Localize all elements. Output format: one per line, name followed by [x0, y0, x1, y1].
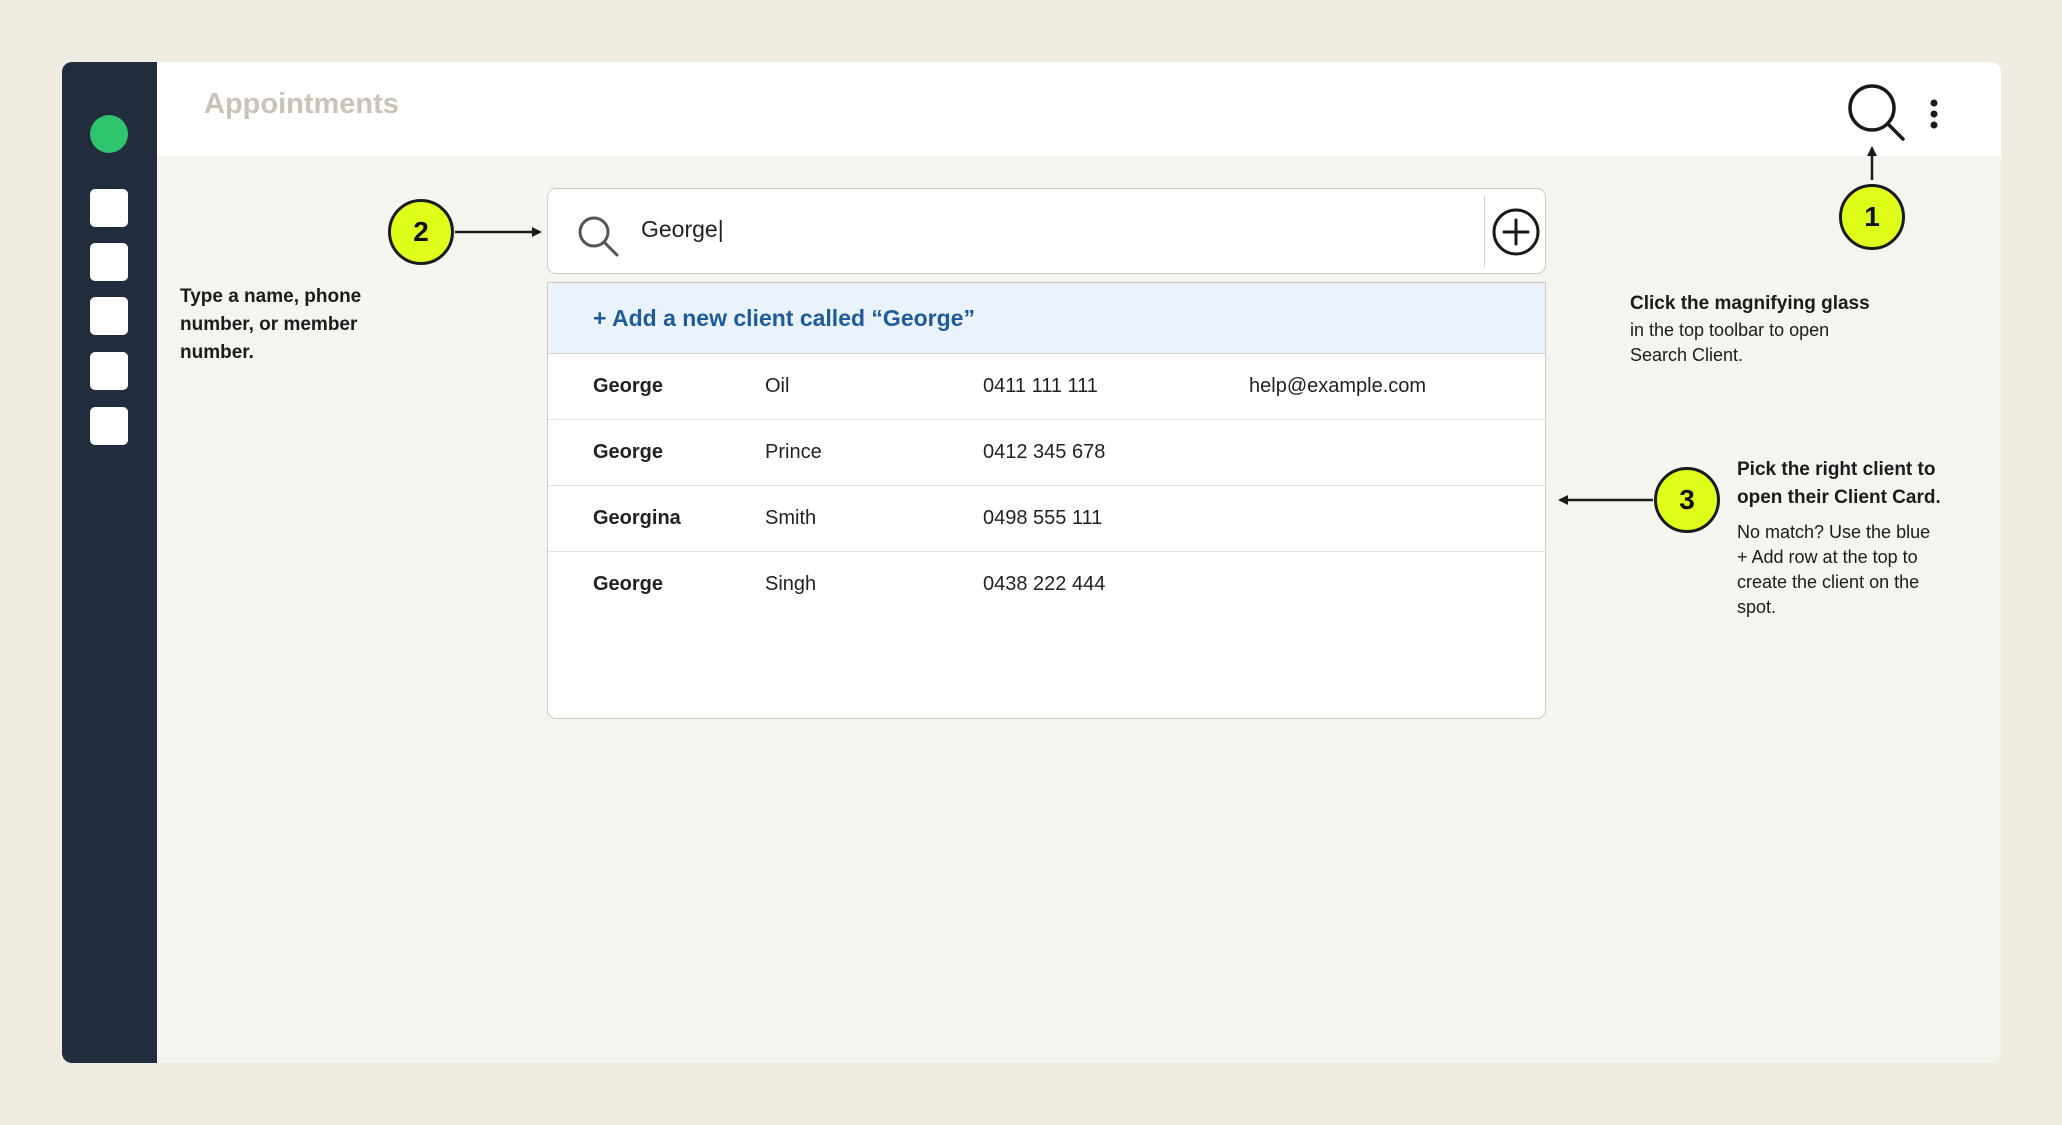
step-3-marker: 3 [1654, 467, 1720, 533]
step-1-line: Search Client. [1630, 345, 1744, 365]
step-3-line: spot. [1737, 597, 1777, 617]
step-1-note: Click the magnifying glass in the top to… [1630, 290, 1870, 368]
step-2-line: number. [180, 342, 254, 363]
step-2-line: number, or member [180, 314, 358, 335]
step-3-line: create the client on the [1737, 572, 1920, 592]
step-1-marker: 1 [1839, 184, 1905, 250]
step-3-heading: open their Client Card. [1737, 487, 1941, 508]
step-2-marker: 2 [388, 199, 454, 265]
step-3-line: + Add row at the top to [1737, 547, 1918, 567]
step-3-heading: Pick the right client to [1737, 459, 1936, 480]
step-1-heading: Click the magnifying glass [1630, 293, 1870, 314]
step-3-note: Pick the right client to open their Clie… [1737, 456, 1941, 620]
step-3-line: No match? Use the blue [1737, 522, 1931, 542]
step-2-note: Type a name, phone number, or member num… [180, 283, 361, 367]
step-1-line: in the top toolbar to open [1630, 320, 1830, 340]
step-2-line: Type a name, phone [180, 286, 362, 307]
